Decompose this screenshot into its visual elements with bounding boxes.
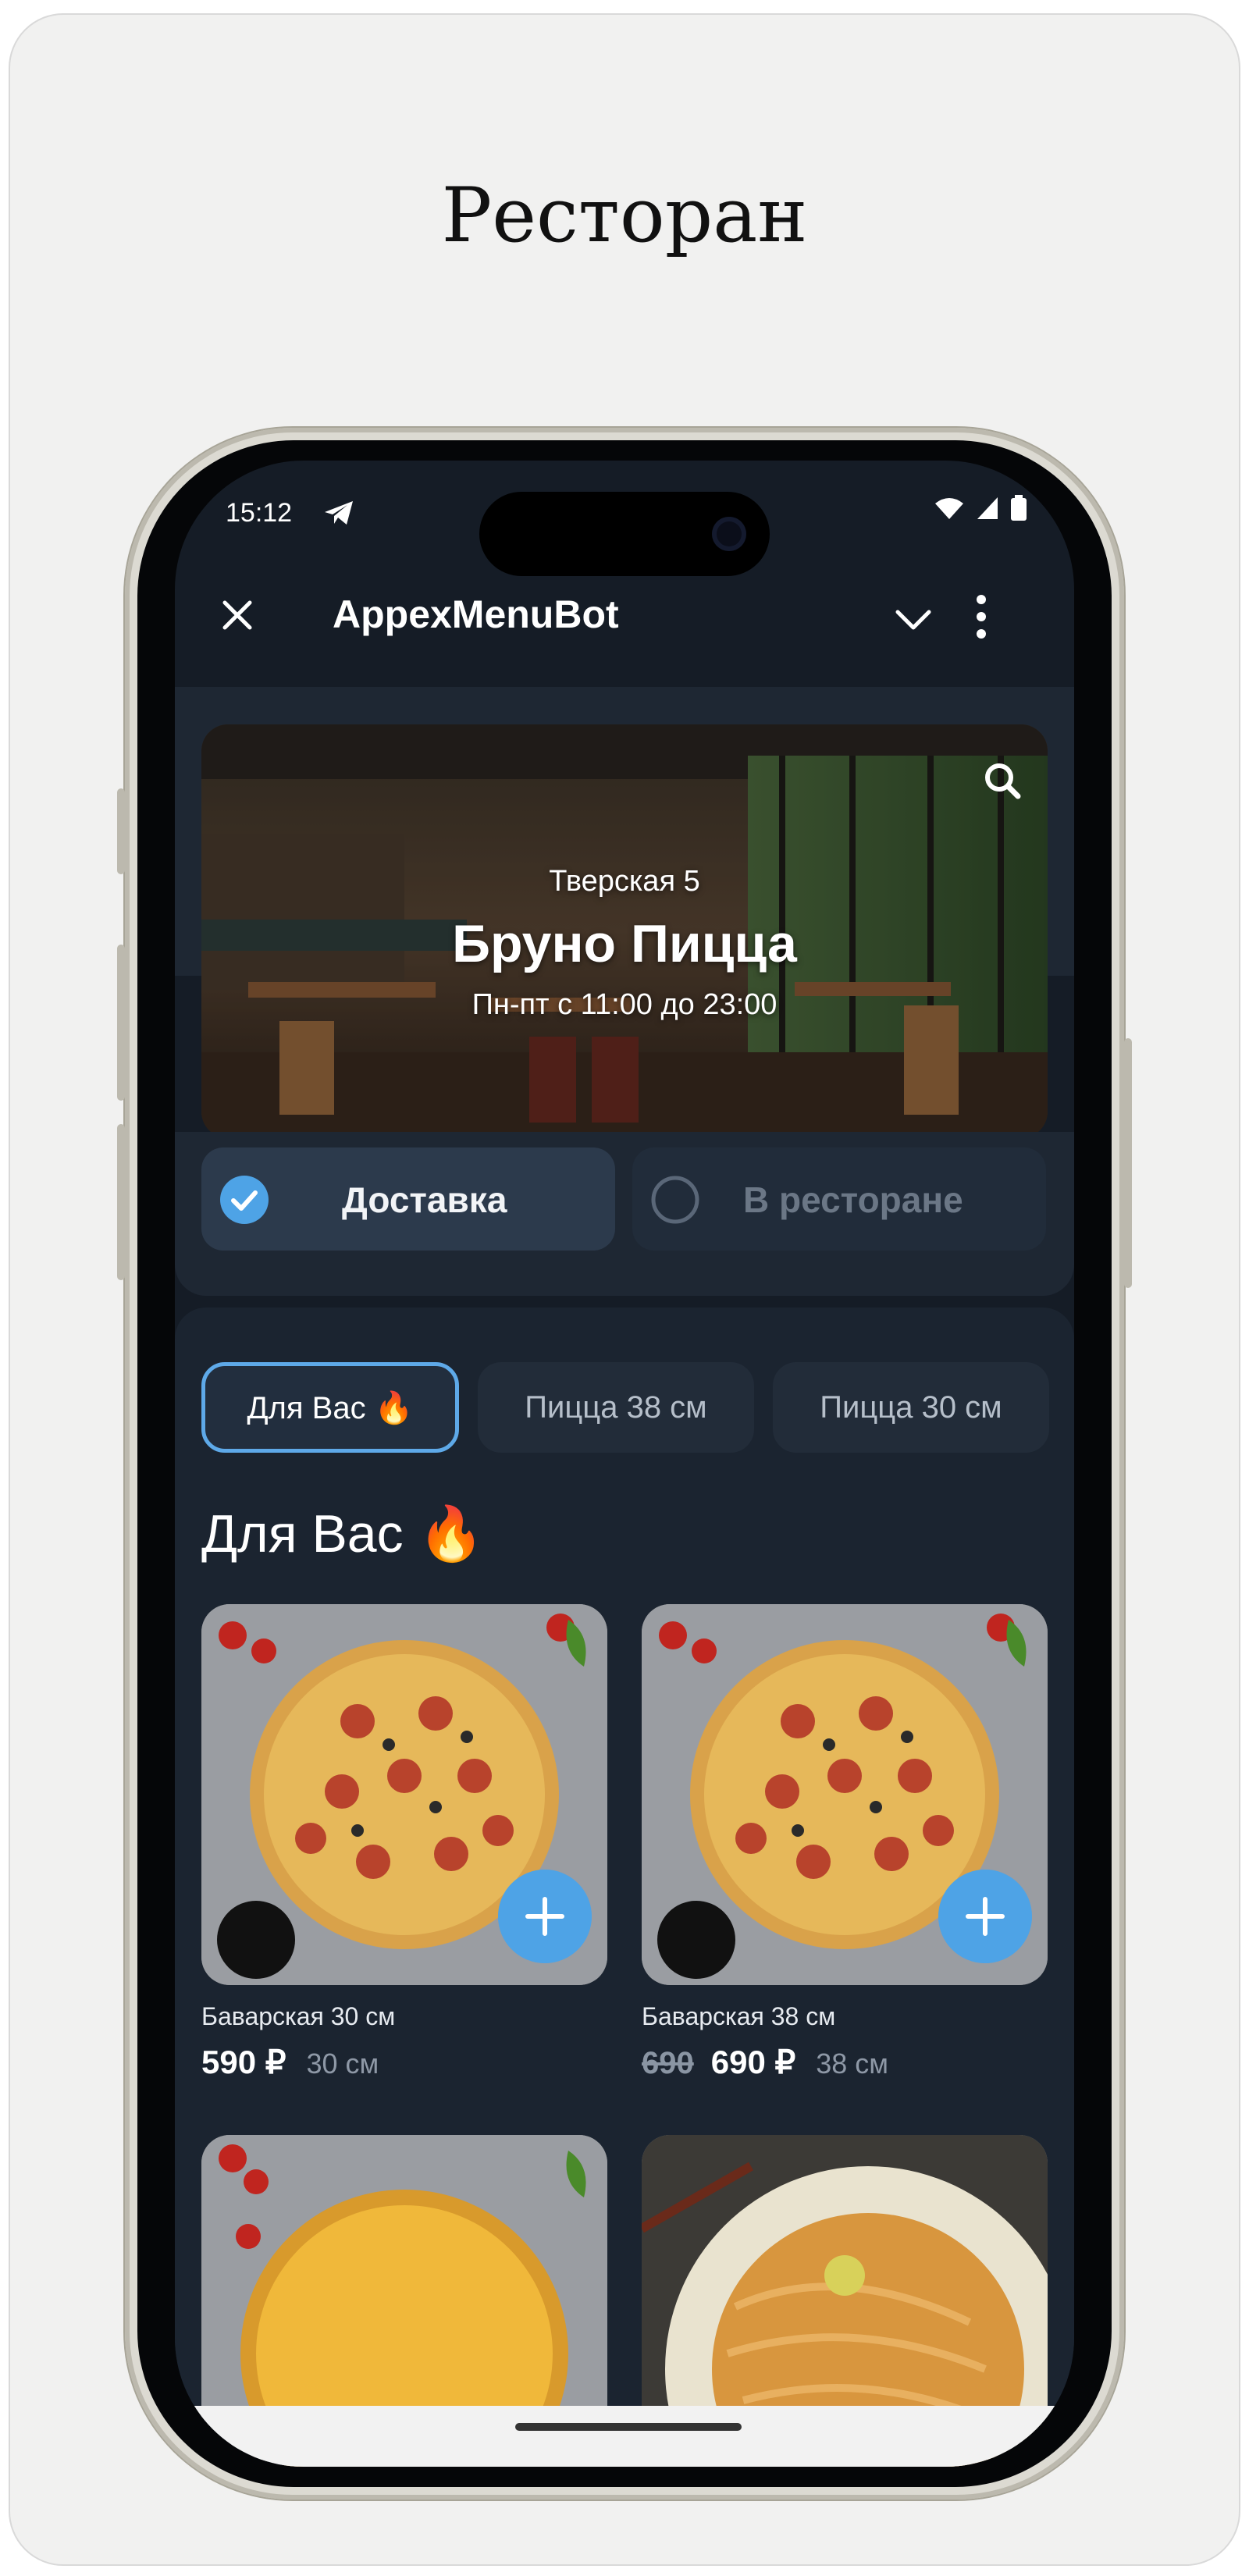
product-card[interactable] xyxy=(642,2135,1048,2467)
section-title: Для Вас 🔥 xyxy=(201,1504,485,1564)
status-icons xyxy=(934,495,1027,521)
product-old-price: 690 xyxy=(642,2046,694,2080)
product-image xyxy=(642,1604,1048,1985)
signal-icon xyxy=(977,497,998,519)
bottom-bar xyxy=(175,2406,1074,2467)
hero-hours: Пн-пт с 11:00 до 23:00 xyxy=(471,988,778,1021)
radio-empty-icon xyxy=(651,1176,699,1224)
page-title: Ресторан xyxy=(441,172,808,259)
product-image xyxy=(201,1604,607,1985)
chevron-down-icon[interactable] xyxy=(893,600,934,640)
order-mode-panel: Доставка В ресторане xyxy=(175,1132,1074,1296)
product-name: Баварская 38 см xyxy=(642,2002,836,2030)
home-indicator[interactable] xyxy=(515,2423,742,2431)
category-chip-for-you[interactable]: Для Вас 🔥 xyxy=(201,1362,459,1453)
camera-icon xyxy=(712,517,746,551)
product-price: 590 ₽ xyxy=(201,2044,286,2080)
product-price: 690 ₽ xyxy=(710,2044,796,2080)
delivery-label: Доставка xyxy=(342,1179,507,1220)
plus-icon[interactable] xyxy=(498,1870,592,1963)
phone-screen: 15:12 AppexMenuBot Тверская 5 Бруно Пицц… xyxy=(175,461,1074,2467)
search-icon[interactable] xyxy=(980,759,1024,802)
dine-in-option[interactable]: В ресторане xyxy=(632,1147,1046,1251)
phone-volume-up xyxy=(117,945,125,1101)
close-icon[interactable] xyxy=(220,598,254,632)
category-chip-pizza-38[interactable]: Пицца 38 см xyxy=(478,1362,754,1453)
delivery-option[interactable]: Доставка xyxy=(201,1147,615,1251)
phone-volume-down xyxy=(117,1124,125,1280)
product-size: 30 см xyxy=(306,2048,379,2080)
product-card[interactable]: Баварская 38 см 690 690 ₽ 38 см xyxy=(642,1604,1048,2104)
hero-restaurant-name: Бруно Пицца xyxy=(452,914,797,973)
product-name: Баварская 30 см xyxy=(201,2002,396,2030)
header-title: AppexMenuBot xyxy=(333,592,619,636)
battery-icon xyxy=(1011,495,1027,521)
dine-in-label: В ресторане xyxy=(743,1179,963,1220)
category-chip-pizza-30[interactable]: Пицца 30 см xyxy=(773,1362,1049,1453)
phone-action-button xyxy=(117,788,125,874)
status-time: 15:12 xyxy=(226,498,293,528)
product-price-row: 590 ₽ 30 см xyxy=(201,2043,379,2081)
hero-address: Тверская 5 xyxy=(549,865,700,898)
app-header: AppexMenuBot xyxy=(175,554,1074,671)
product-size: 38 см xyxy=(816,2048,889,2080)
more-vertical-icon[interactable] xyxy=(973,593,990,640)
hero-banner: Тверская 5 Бруно Пицца Пн-пт с 11:00 до … xyxy=(201,724,1048,1138)
phone-power-button xyxy=(1124,1038,1132,1288)
product-card[interactable] xyxy=(201,2135,607,2467)
plus-icon[interactable] xyxy=(938,1870,1032,1963)
telegram-icon xyxy=(325,501,353,525)
wifi-icon xyxy=(935,498,963,519)
product-price-row: 690 690 ₽ 38 см xyxy=(642,2043,888,2081)
menu-content: Для Вас 🔥 Пицца 38 см Пицца 30 см Для Ва… xyxy=(175,1308,1074,2467)
product-card[interactable]: Баварская 30 см 590 ₽ 30 см xyxy=(201,1604,607,2104)
check-circle-icon xyxy=(220,1176,269,1224)
